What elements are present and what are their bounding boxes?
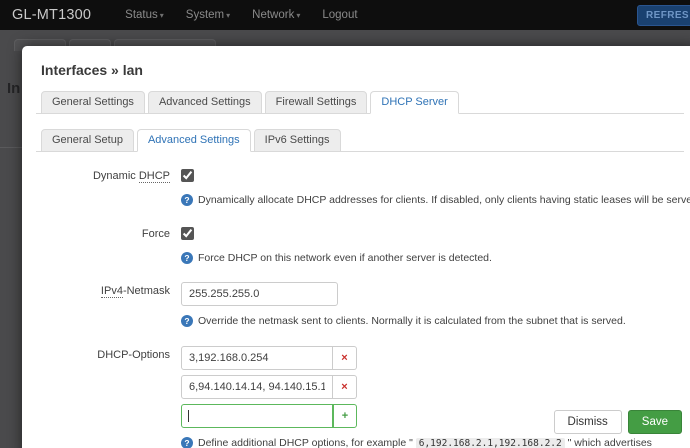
dynamic-dhcp-checkbox[interactable] — [181, 169, 194, 182]
help-icon: ? — [181, 437, 193, 448]
save-button[interactable]: Save — [627, 410, 682, 434]
dhcp-option-row: × — [181, 375, 684, 400]
force-label: Force — [141, 227, 170, 240]
remove-option-button[interactable]: × — [333, 375, 357, 400]
top-navbar: GL-MT1300 Status ▾ System ▾ Network ▾ Logou… — [0, 0, 690, 30]
tab-firewall-settings[interactable]: Firewall Settings — [264, 91, 368, 114]
dhcp-option-input-1[interactable] — [181, 346, 333, 371]
help-icon: ? — [181, 251, 193, 264]
background-partial-heading: In — [7, 80, 21, 97]
subtab-ipv6-settings[interactable]: IPv6 Settings — [253, 129, 341, 152]
dialog-actions: Dismiss Save — [553, 410, 682, 434]
force-help: ? Force DHCP on this network even if ano… — [181, 251, 684, 266]
dynamic-dhcp-label: Dynamic DHCP — [92, 170, 170, 183]
force-checkbox[interactable] — [181, 226, 194, 240]
add-option-button[interactable]: + — [333, 404, 357, 429]
chevron-down-icon: ▾ — [159, 11, 164, 20]
dhcp-option-input-2[interactable] — [181, 375, 333, 400]
ipv4-netmask-input[interactable] — [181, 282, 338, 307]
nav-menu-logout[interactable]: Logout — [322, 9, 357, 21]
dhcp-options-help: ? Define additional DHCP options, for ex… — [181, 436, 684, 448]
main-tab-bar: General Settings Advanced Settings Firew… — [36, 91, 684, 114]
dhcp-options-label: DHCP-Options — [97, 349, 170, 362]
dhcp-option-row: × — [181, 346, 684, 371]
help-icon: ? — [181, 194, 193, 206]
example-code: 6,192.168.2.1,192.168.2.2 — [415, 438, 565, 448]
dhcp-option-input-new[interactable] — [181, 404, 333, 429]
subtab-advanced-settings[interactable]: Advanced Settings — [136, 129, 251, 152]
nav-menu-status[interactable]: Status ▾ — [125, 9, 164, 21]
dhcp-advanced-form: Dynamic DHCP ? Dynamically allocate DHCP… — [36, 167, 690, 448]
nav-menu-network[interactable]: Network ▾ — [252, 9, 300, 21]
dismiss-button[interactable]: Dismiss — [553, 410, 622, 434]
ipv4-netmask-help: ? Override the netmask sent to clients. … — [181, 314, 684, 329]
sub-tab-bar: General Setup Advanced Settings IPv6 Set… — [36, 129, 684, 152]
tab-general-settings[interactable]: General Settings — [41, 91, 145, 114]
field-dynamic-dhcp: Dynamic DHCP ? Dynamically allocate DHCP… — [36, 167, 690, 208]
interface-dialog: Interfaces » lan General Settings Advanc… — [22, 46, 690, 448]
chevron-down-icon: ▾ — [296, 11, 301, 20]
dialog-title: Interfaces » lan — [41, 62, 143, 78]
remove-option-button[interactable]: × — [333, 346, 357, 371]
tab-dhcp-server[interactable]: DHCP Server — [370, 91, 459, 114]
field-force: Force ? Force DHCP on this network even … — [36, 225, 684, 266]
refresh-button[interactable]: REFRES — [637, 4, 690, 26]
text-cursor — [188, 410, 189, 423]
dynamic-dhcp-help: ? Dynamically allocate DHCP addresses fo… — [181, 193, 690, 208]
nav-menu-system[interactable]: System ▾ — [186, 9, 230, 21]
help-icon: ? — [181, 315, 193, 328]
subtab-general-setup[interactable]: General Setup — [41, 129, 134, 152]
ipv4-netmask-label: IPv4-Netmask — [100, 285, 170, 299]
background-divider — [0, 147, 22, 148]
field-ipv4-netmask: IPv4-Netmask ? Override the netmask sent… — [36, 282, 684, 329]
brand-logo: GL-MT1300 — [12, 7, 92, 23]
tab-advanced-settings[interactable]: Advanced Settings — [147, 91, 262, 114]
chevron-down-icon: ▾ — [226, 11, 231, 20]
